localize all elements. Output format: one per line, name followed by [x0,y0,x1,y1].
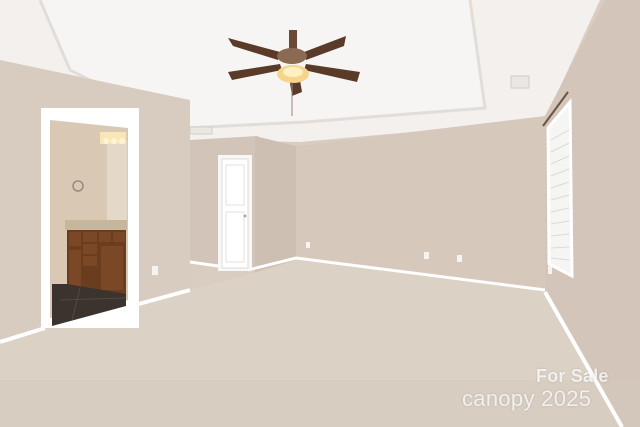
ceiling-vent [189,126,213,135]
outlet [424,252,429,259]
outlet [548,266,552,274]
outlet [152,266,158,275]
bedroom-photo: For Sale canopy 2025 [0,0,640,427]
watermark-for-sale: For Sale [536,366,609,386]
outlet [306,242,310,248]
window-icon [546,97,574,279]
room-illustration [0,0,640,427]
closet-side-wall [255,136,296,272]
ceiling-vent [510,75,530,89]
outlet [457,255,462,262]
watermark-brand: canopy 2025 [462,386,592,411]
bathroom-mirror [107,140,127,220]
vanity-countertop [65,220,127,230]
